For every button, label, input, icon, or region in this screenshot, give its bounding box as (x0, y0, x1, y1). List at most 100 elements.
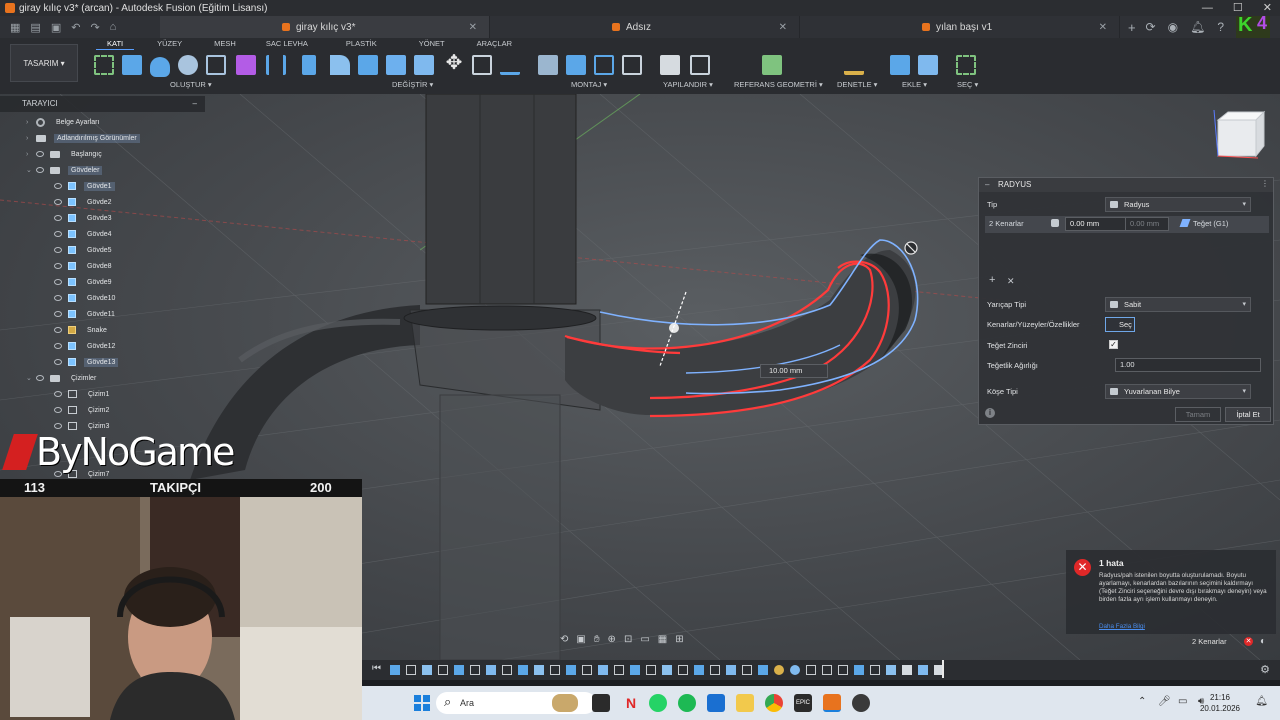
group-configure[interactable]: YAPILANDIR ▾ (663, 80, 713, 89)
align-icon[interactable] (500, 55, 520, 75)
tree-item-body[interactable]: Gövde9 (54, 275, 115, 289)
chamfer-icon[interactable] (358, 55, 378, 75)
visibility-eye-icon[interactable] (54, 215, 62, 221)
pan-icon[interactable]: ✋︎ (594, 634, 600, 645)
network-icon[interactable]: ▭ (1178, 696, 1187, 707)
timeline-settings-icon[interactable]: ⚙ (1260, 663, 1270, 676)
timeline-feature[interactable] (406, 665, 416, 675)
timeline-feature[interactable] (758, 665, 768, 675)
undo-icon[interactable]: ↶ (71, 21, 80, 34)
epic-games-icon[interactable]: EPIC (794, 694, 812, 712)
timeline-feature[interactable] (470, 665, 480, 675)
visibility-eye-icon[interactable] (54, 423, 62, 429)
measure-icon[interactable] (844, 55, 864, 75)
scale-icon[interactable] (472, 55, 492, 75)
tab-yonet[interactable]: YÖNET (408, 39, 456, 50)
tab-plastik[interactable]: PLASTİK (335, 39, 388, 50)
timeline-feature[interactable] (614, 665, 624, 675)
tree-item-body[interactable]: Gövde4 (54, 227, 115, 241)
joint-origin-icon[interactable] (622, 55, 642, 75)
tree-item-sketches-folder[interactable]: ⌄ Çizimler (26, 371, 99, 385)
viewports-icon[interactable]: ⊞ (675, 634, 683, 645)
orbit-icon[interactable]: ⟲ (560, 634, 568, 645)
tree-item-sketch[interactable]: Çizim1 (54, 387, 112, 401)
timeline-feature[interactable] (918, 665, 928, 675)
group-create[interactable]: OLUŞTUR ▾ (170, 80, 212, 89)
tree-item-body[interactable]: Gövde12 (54, 339, 118, 353)
timeline-feature[interactable] (422, 665, 432, 675)
timeline-feature[interactable] (694, 665, 704, 675)
move-icon[interactable]: ✥ (444, 53, 464, 73)
display-mode-icon[interactable]: ◐ (1260, 636, 1266, 647)
extrude-icon[interactable] (122, 55, 142, 75)
tree-item-body[interactable]: Gövde2 (54, 195, 115, 209)
tree-item-body[interactable]: Gövde8 (54, 259, 115, 273)
timeline-feature[interactable] (438, 665, 448, 675)
visibility-eye-icon[interactable] (54, 199, 62, 205)
timeline-feature[interactable] (902, 665, 912, 675)
timeline-feature[interactable] (886, 665, 896, 675)
mail-icon[interactable] (707, 694, 725, 712)
grid-settings-icon[interactable]: ▦ (658, 634, 667, 645)
radius-type-dropdown[interactable]: Sabit (1105, 297, 1251, 312)
timeline-feature[interactable] (550, 665, 560, 675)
table-icon[interactable] (690, 55, 710, 75)
close-icon[interactable]: ✕ (469, 22, 477, 33)
insert-image-icon[interactable] (918, 55, 938, 75)
continuity-dropdown[interactable]: Teğet (G1) (1193, 219, 1228, 228)
tree-item-named-views[interactable]: › Adlandırılmış Görünümler (26, 131, 140, 145)
learn-more-link[interactable]: Daha Fazla Bilgi (1099, 623, 1145, 630)
dialog-title[interactable]: RADYUS (979, 178, 1273, 192)
add-selection-set-icon[interactable]: + (989, 274, 995, 286)
visibility-eye-icon[interactable] (54, 231, 62, 237)
tree-item-body[interactable]: Gövde5 (54, 243, 115, 257)
tree-item-document-settings[interactable]: › Belge Ayarları (26, 115, 102, 129)
dimension-input[interactable]: 10.00 mm (760, 364, 828, 378)
timeline-feature[interactable] (774, 665, 784, 675)
timeline-start-icon[interactable]: ⏮ (372, 663, 381, 674)
visibility-eye-icon[interactable] (54, 247, 62, 253)
timeline-feature[interactable] (630, 665, 640, 675)
new-component-icon[interactable] (538, 55, 558, 75)
task-view-icon[interactable] (592, 694, 610, 712)
timeline-feature[interactable] (678, 665, 688, 675)
tree-item-body[interactable]: Gövde13 (54, 355, 119, 369)
visibility-eye-icon[interactable] (54, 407, 62, 413)
taskbar-clock[interactable]: 21:16 20.01.2026 (1200, 692, 1240, 714)
tab-mesh[interactable]: MESH (203, 39, 247, 50)
display-settings-icon[interactable]: ▭ (640, 634, 649, 645)
tree-item-body[interactable]: Gövde3 (54, 211, 115, 225)
timeline-feature[interactable] (582, 665, 592, 675)
file-explorer-icon[interactable] (736, 694, 754, 712)
as-built-joint-icon[interactable] (594, 55, 614, 75)
redo-icon[interactable]: ↷ (90, 21, 99, 34)
type-dropdown[interactable]: Radyus (1105, 197, 1251, 212)
cancel-button[interactable]: İptal Et (1225, 407, 1271, 422)
timeline-feature[interactable] (854, 665, 864, 675)
netflix-icon[interactable]: N (622, 694, 640, 712)
timeline-feature[interactable] (662, 665, 672, 675)
timeline-feature[interactable] (486, 665, 496, 675)
group-select[interactable]: SEÇ ▾ (957, 80, 978, 89)
timeline-feature[interactable] (742, 665, 752, 675)
visibility-eye-icon[interactable] (54, 295, 62, 301)
error-status-icon[interactable]: ✕ (1244, 637, 1253, 646)
select-edges-button[interactable]: Seç (1105, 317, 1135, 332)
joint-icon[interactable] (566, 55, 586, 75)
file-menu-icon[interactable]: ▤ (30, 21, 40, 34)
visibility-eye-icon[interactable] (54, 279, 62, 285)
visibility-eye-icon[interactable] (54, 311, 62, 317)
new-tab-icon[interactable]: + (1128, 20, 1136, 35)
visibility-eye-icon[interactable] (36, 375, 44, 381)
fusion-taskbar-icon[interactable] (823, 694, 841, 712)
home-icon[interactable]: ⌂ (110, 21, 117, 34)
tab-kati[interactable]: KATI (96, 39, 135, 50)
close-icon[interactable]: ✕ (779, 22, 787, 33)
configure-icon[interactable] (660, 55, 680, 75)
tray-overflow-icon[interactable]: ⌃ (1138, 696, 1146, 707)
timeline-feature[interactable] (646, 665, 656, 675)
timeline-feature[interactable] (518, 665, 528, 675)
spotify-icon[interactable] (678, 694, 696, 712)
notifications-icon[interactable]: 🔔︎ (1190, 20, 1205, 34)
insert-icon[interactable] (890, 55, 910, 75)
